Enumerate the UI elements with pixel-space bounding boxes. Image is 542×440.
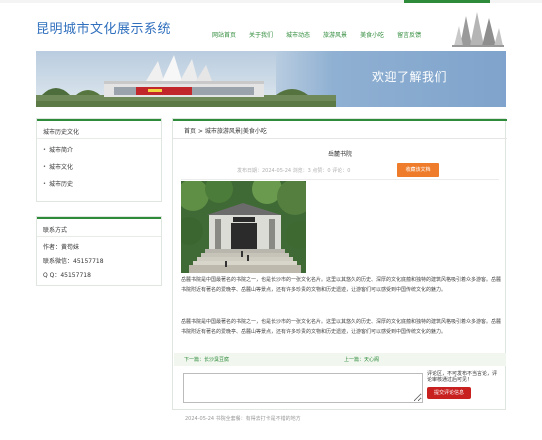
nav-home[interactable]: 网站首页 [212, 30, 236, 39]
comment-input[interactable] [183, 373, 423, 403]
top-accent-bar [404, 0, 490, 3]
sidebar-history-title: 城市历史文化 [37, 119, 161, 139]
site-logo [450, 10, 506, 48]
article-paragraph: 岳麓书院是中国最著名的书院之一，也是长沙市的一张文化名片。这里以其悠久的历史、深… [181, 319, 502, 335]
bullet-icon: • [43, 164, 46, 170]
nav-scenery[interactable]: 旅游风景 [323, 30, 347, 39]
article-photo [181, 181, 306, 273]
sidebar-history-panel: 城市历史文化 • 城市简介 • 城市文化 • 城市历史 [36, 118, 162, 202]
comment-hint: 评论区，不可发布不当言论，评论审核通过后可见！ [427, 371, 498, 383]
bullet-icon: • [43, 147, 46, 153]
divider [181, 179, 499, 180]
favorite-button[interactable]: 收藏该文档 [397, 163, 439, 177]
sidebar-contact-panel: 联系方式 作者：黄苟妹 联系微信：45157718 Q Q：45157718 [36, 216, 162, 286]
sidebar-item-city-intro[interactable]: • 城市简介 [37, 142, 161, 159]
nav-about[interactable]: 关于我们 [249, 30, 273, 39]
main-content-panel: 首页 > 城市旅游风景|美食小吃 岳麓书院 发布日期：2024-05-24 浏览… [172, 118, 507, 422]
contact-qq: Q Q：45157718 [43, 272, 91, 279]
sidebar-item-label: 城市历史 [48, 181, 73, 188]
sidebar-item-label: 城市简介 [48, 147, 73, 154]
submit-comment-button[interactable]: 提交评论信息 [427, 387, 471, 399]
article-meta: 发布日期：2024-05-24 浏览：3 点赞：0 评论：0 [237, 168, 351, 174]
comment-entry: 2024-05-24 书院全套餐：有得去打卡是不错的地方 [185, 416, 301, 422]
contact-author: 作者：黄苟妹 [43, 244, 80, 251]
main-top-border [173, 119, 507, 121]
sidebar-item-label: 城市文化 [48, 164, 73, 171]
nav-feedback[interactable]: 留言反馈 [397, 30, 421, 39]
prev-article-link[interactable]: 下一篇：长沙臭豆腐 [184, 356, 229, 363]
sidebar-contact-title: 联系方式 [37, 217, 161, 237]
nav-food[interactable]: 美食小吃 [360, 30, 384, 39]
article-pager: 下一篇：长沙臭豆腐 上一篇：天心阁 [174, 353, 506, 366]
article-paragraph: 岳麓书院是中国最著名的书院之一，也是长沙市的一张文化名片。这里以其悠久的历史、深… [181, 277, 502, 293]
next-article-link[interactable]: 上一篇：天心阁 [344, 356, 379, 363]
divider [173, 138, 507, 139]
site-title: 昆明城市文化展示系统 [36, 22, 172, 37]
breadcrumb[interactable]: 首页 > 城市旅游风景|美食小吃 [184, 126, 267, 135]
nav-city-news[interactable]: 城市动态 [286, 30, 310, 39]
banner-welcome-text: 欢迎了解我们 [372, 70, 448, 84]
sidebar-item-city-culture[interactable]: • 城市文化 [37, 159, 161, 176]
article-title: 岳麓书院 [327, 151, 352, 158]
top-strip [0, 0, 542, 3]
bullet-icon: • [43, 181, 46, 187]
sidebar-item-city-history[interactable]: • 城市历史 [37, 176, 161, 193]
main-nav: 网站首页 关于我们 城市动态 旅游风景 美食小吃 留言反馈 [212, 30, 434, 39]
contact-wechat: 联系微信：45157718 [43, 258, 104, 265]
